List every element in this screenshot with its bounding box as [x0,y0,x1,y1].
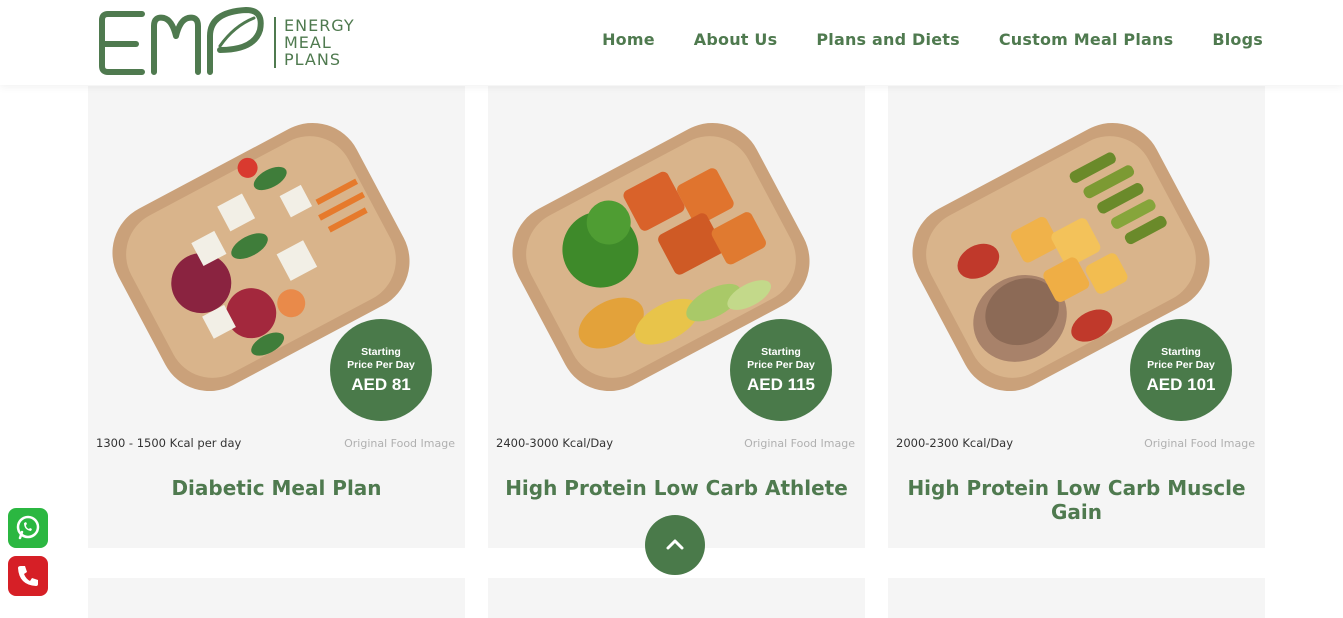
kcal-range: 2400-3000 Kcal/Day [496,436,614,450]
price-badge: Starting Price Per Day AED 101 [1130,319,1232,421]
logo-text: ENERGY MEAL PLANS [274,15,355,69]
card-meta: 2400-3000 Kcal/Day Original Food Image [496,436,855,450]
badge-price-per-day: Price Per Day [1147,358,1215,371]
card-title[interactable]: High Protein Low Carb Athlete [488,476,865,500]
meal-plan-card-row2[interactable] [888,578,1265,618]
phone-button[interactable] [8,556,48,596]
badge-starting: Starting [361,345,401,358]
chevron-up-icon [666,539,684,550]
nav-home[interactable]: Home [602,30,655,49]
meal-plan-card-row2[interactable] [88,578,465,618]
meal-plan-card-diabetic[interactable]: Starting Price Per Day AED 81 1300 - 150… [88,86,465,548]
badge-price: AED 81 [351,374,411,394]
nav-custom-meal-plans[interactable]: Custom Meal Plans [999,30,1174,49]
site-header: ENERGY MEAL PLANS Home About Us Plans an… [0,0,1343,85]
phone-icon [18,566,38,586]
logo-line-1: ENERGY [284,15,355,35]
badge-price: AED 101 [1146,374,1216,394]
badge-starting: Starting [761,345,801,358]
nav-about-us[interactable]: About Us [694,30,778,49]
card-title[interactable]: Diabetic Meal Plan [88,476,465,500]
image-label: Original Food Image [344,436,455,450]
meal-plan-card-athlete[interactable]: Starting Price Per Day AED 115 2400-3000… [488,86,865,548]
kcal-range: 2000-2300 Kcal/Day [896,436,1014,450]
logo[interactable]: ENERGY MEAL PLANS [96,6,355,78]
image-label: Original Food Image [1144,436,1255,450]
badge-price-per-day: Price Per Day [347,358,415,371]
card-meta: 2000-2300 Kcal/Day Original Food Image [896,436,1255,450]
badge-starting: Starting [1161,345,1201,358]
logo-line-3: PLANS [284,49,341,69]
price-badge: Starting Price Per Day AED 81 [330,319,432,421]
card-meta: 1300 - 1500 Kcal per day Original Food I… [96,436,455,450]
card-title[interactable]: High Protein Low Carb Muscle Gain [888,476,1265,524]
kcal-range: 1300 - 1500 Kcal per day [96,436,242,450]
main-nav: Home About Us Plans and Diets Custom Mea… [602,30,1263,49]
nav-blogs[interactable]: Blogs [1212,30,1263,49]
nav-plans-and-diets[interactable]: Plans and Diets [816,30,960,49]
badge-price-per-day: Price Per Day [747,358,815,371]
whatsapp-button[interactable] [8,508,48,548]
badge-price: AED 115 [746,374,816,394]
meal-plan-card-muscle-gain[interactable]: Starting Price Per Day AED 101 2000-2300… [888,86,1265,548]
logo-line-2: MEAL [284,32,332,52]
whatsapp-icon [16,515,40,540]
meal-plan-card-row2[interactable] [488,578,865,618]
emp-logo-mark-icon [99,7,264,75]
scroll-to-top-button[interactable] [645,515,705,575]
image-label: Original Food Image [744,436,855,450]
price-badge: Starting Price Per Day AED 115 [730,319,832,421]
